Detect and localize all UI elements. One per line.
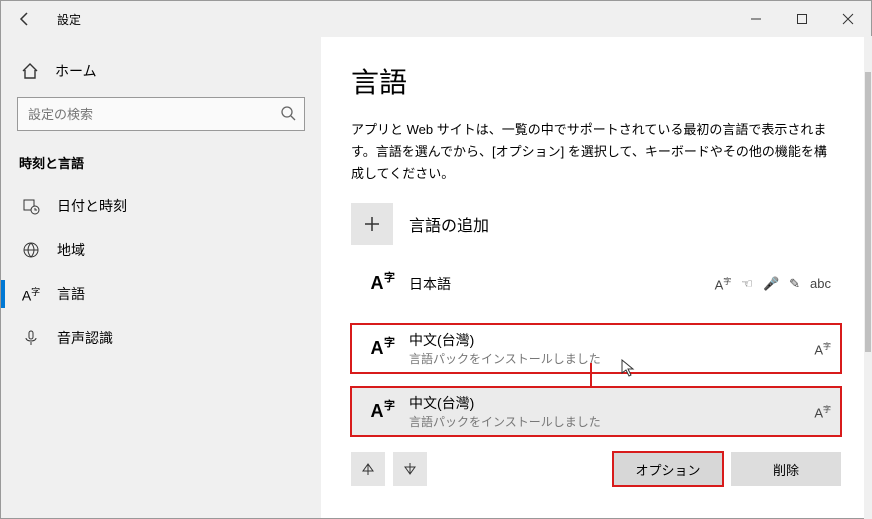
titlebar: 設定 xyxy=(1,1,871,37)
language-glyph-icon: A字 xyxy=(361,338,393,359)
nav-label: 地域 xyxy=(57,240,85,260)
language-glyph-icon: A字 xyxy=(361,273,393,294)
add-label: 言語の追加 xyxy=(409,212,489,236)
display-icon: A字 xyxy=(715,276,732,292)
search-input[interactable] xyxy=(17,97,305,131)
close-button[interactable] xyxy=(825,1,871,37)
language-subtext: 言語パックをインストールしました xyxy=(409,350,798,367)
delete-button[interactable]: 削除 xyxy=(731,452,841,486)
page-title: 言語 xyxy=(351,61,841,101)
window-title: 設定 xyxy=(49,11,733,28)
sidebar-item-speech[interactable]: 音声認識 xyxy=(17,316,305,360)
language-name: 中文(台灣) xyxy=(409,330,798,350)
add-language-row[interactable]: 言語の追加 xyxy=(351,203,841,245)
sidebar-item-datetime[interactable]: 日付と時刻 xyxy=(17,184,305,228)
move-down-button[interactable] xyxy=(393,452,427,486)
language-name: 日本語 xyxy=(409,274,699,294)
window-controls xyxy=(733,1,871,37)
cursor-icon xyxy=(621,359,637,379)
language-feature-icons: A字 ☜ 🎤 ✎ abc xyxy=(715,276,831,292)
language-subtext: 言語パックをインストールしました xyxy=(409,413,798,430)
home-icon xyxy=(21,62,39,80)
sidebar-item-region[interactable]: 地域 xyxy=(17,228,305,272)
language-icon: A字 xyxy=(21,285,41,304)
language-feature-icons: A字 xyxy=(814,404,831,420)
search-icon xyxy=(279,104,297,122)
search-box[interactable] xyxy=(17,97,305,131)
display-icon: A字 xyxy=(814,341,831,357)
options-button[interactable]: オプション xyxy=(613,452,723,486)
tts-icon: ☜ xyxy=(741,276,753,292)
move-up-button[interactable] xyxy=(351,452,385,486)
globe-icon xyxy=(21,241,41,259)
content: 言語 アプリと Web サイトは、一覧の中でサポートされている最初の言語で表示さ… xyxy=(321,37,871,518)
scrollbar[interactable] xyxy=(864,36,872,519)
language-feature-icons: A字 xyxy=(814,341,831,357)
language-actions: オプション 削除 xyxy=(351,452,841,486)
nav-label: 音声認識 xyxy=(57,328,113,348)
scrollbar-thumb[interactable] xyxy=(865,72,871,352)
speech-icon: 🎤 xyxy=(763,276,779,292)
add-button[interactable] xyxy=(351,203,393,245)
display-icon: A字 xyxy=(814,404,831,420)
language-item-japanese[interactable]: A字 日本語 A字 ☜ 🎤 ✎ abc xyxy=(351,267,841,300)
microphone-icon xyxy=(21,329,41,347)
nav-label: 言語 xyxy=(57,284,85,304)
maximize-button[interactable] xyxy=(779,1,825,37)
spell-icon: abc xyxy=(810,276,831,292)
page-description: アプリと Web サイトは、一覧の中でサポートされている最初の言語で表示されます… xyxy=(351,119,831,185)
home-label: ホーム xyxy=(55,61,97,81)
language-name: 中文(台灣) xyxy=(409,393,798,413)
language-item-chinese-2[interactable]: A字 中文(台灣) 言語パックをインストールしました A字 xyxy=(351,387,841,436)
language-glyph-icon: A字 xyxy=(361,401,393,422)
minimize-button[interactable] xyxy=(733,1,779,37)
calendar-clock-icon xyxy=(21,197,41,215)
ink-icon: ✎ xyxy=(789,276,800,292)
home-link[interactable]: ホーム xyxy=(17,49,305,93)
category-label: 時刻と言語 xyxy=(17,153,305,172)
sidebar: ホーム 時刻と言語 日付と時刻 地域 A字 言語 音声認識 xyxy=(1,37,321,518)
nav-label: 日付と時刻 xyxy=(57,196,127,216)
sidebar-item-language[interactable]: A字 言語 xyxy=(17,272,305,316)
back-button[interactable] xyxy=(1,1,49,37)
